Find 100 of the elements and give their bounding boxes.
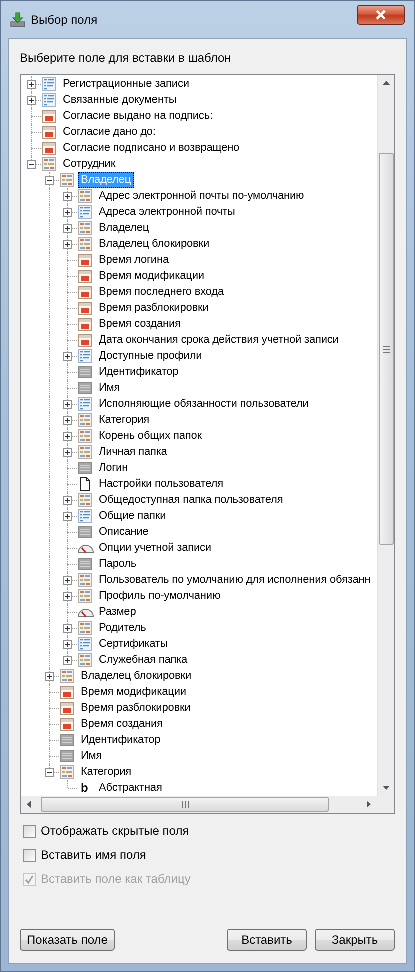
tree-item[interactable]: Исполняющие обязанности пользователи (96, 396, 312, 412)
expander-icon[interactable] (45, 176, 54, 185)
tree-item[interactable]: Владелец (96, 220, 152, 236)
expander-icon[interactable] (63, 624, 72, 633)
tree-item[interactable]: Идентификатор (78, 732, 164, 748)
expander-icon[interactable] (63, 496, 72, 505)
list-icon (77, 508, 93, 524)
dialog-button[interactable]: Закрыть (315, 929, 395, 951)
checkbox[interactable] (23, 824, 36, 838)
tree-item[interactable]: Владелец блокировки (96, 236, 212, 252)
tree-item[interactable]: Общедоступная папка пользователя (96, 492, 286, 508)
grid-icon (77, 188, 93, 204)
tree-item[interactable]: Настройки пользователя (96, 476, 226, 492)
horizontal-scrollbar[interactable] (21, 796, 377, 813)
expander-icon[interactable] (27, 96, 36, 105)
expander-icon[interactable] (63, 656, 72, 665)
tree-item[interactable]: Описание (96, 524, 152, 540)
expander-icon[interactable] (63, 352, 72, 361)
calendar-icon (41, 124, 57, 140)
grid-icon (77, 444, 93, 460)
grid-icon (41, 156, 57, 172)
tree-item[interactable]: Согласие выдано на подпись: (60, 108, 216, 124)
expander-icon[interactable] (27, 160, 36, 169)
expander-icon[interactable] (63, 208, 72, 217)
calendar-icon (59, 684, 75, 700)
tree-item[interactable]: Время модификации (96, 268, 208, 284)
expander-icon[interactable] (63, 640, 72, 649)
expander-icon[interactable] (63, 512, 72, 521)
calendar-icon (77, 252, 93, 268)
tree-item[interactable]: Время модификации (78, 684, 190, 700)
tree-item[interactable]: Время создания (78, 716, 166, 732)
tree-item[interactable]: Имя (96, 380, 124, 396)
tree-item[interactable]: Согласие дано до: (60, 124, 159, 140)
grid-icon (77, 572, 93, 588)
tree-item[interactable]: Пользователь по умолчанию для исполнения обязанн (96, 572, 374, 588)
dialog-button[interactable]: Вставить (227, 929, 307, 951)
tree-item[interactable]: Адрес электронной почты по-умолчанию (96, 188, 308, 204)
tree-item[interactable]: Размер (96, 604, 140, 620)
tree-item[interactable]: Абстрактная (96, 780, 166, 796)
tree-item[interactable]: Время разблокировки (78, 700, 194, 716)
vertical-scrollbar[interactable] (377, 75, 394, 796)
boolean-icon: b (77, 781, 88, 795)
tree-item[interactable]: Опции учетной записи (96, 540, 214, 556)
scroll-down-icon[interactable] (382, 786, 390, 790)
tree-item[interactable]: Сертификаты (96, 636, 172, 652)
scroll-left-icon[interactable] (27, 801, 31, 808)
tree-item[interactable]: Логин (96, 460, 132, 476)
tree-item[interactable]: Личная папка (96, 444, 170, 460)
close-button[interactable] (357, 5, 405, 25)
scroll-up-icon[interactable] (382, 81, 390, 85)
grid-icon (77, 652, 93, 668)
grid-icon (77, 236, 93, 252)
scroll-right-icon[interactable] (367, 801, 371, 808)
expander-icon[interactable] (63, 432, 72, 441)
calendar-icon (41, 108, 57, 124)
calendar-icon (77, 268, 93, 284)
checkbox[interactable] (23, 848, 36, 862)
expander-icon[interactable] (45, 768, 54, 777)
tree-item[interactable]: Профиль по-умолчанию (96, 588, 224, 604)
tree-item[interactable]: Доступные профили (96, 348, 206, 364)
expander-icon[interactable] (45, 672, 54, 681)
tree-item[interactable]: Сотрудник (60, 156, 119, 172)
tree-item[interactable]: Время последнего входа (96, 284, 228, 300)
tree-item[interactable]: Время создания (96, 316, 184, 332)
scroll-thumb[interactable] (41, 797, 329, 812)
grid-icon (59, 764, 75, 780)
expander-icon[interactable] (63, 576, 72, 585)
tree-item[interactable]: Владелец блокировки (78, 668, 194, 684)
list-icon (41, 76, 57, 92)
tree-item[interactable]: Корень общих папок (96, 428, 205, 444)
tree-item[interactable]: Служебная папка (96, 652, 191, 668)
expander-icon[interactable] (63, 192, 72, 201)
expander-icon[interactable] (63, 224, 72, 233)
tree-item[interactable]: Согласие подписано и возвращено (60, 140, 243, 156)
grid-icon (77, 492, 93, 508)
expander-icon[interactable] (63, 448, 72, 457)
tree-item[interactable]: Время разблокировки (96, 300, 212, 316)
grid-icon (77, 428, 93, 444)
tree-item[interactable]: Идентификатор (96, 364, 182, 380)
tree-item[interactable]: Пароль (96, 556, 140, 572)
tree-item[interactable]: Имя (78, 748, 106, 764)
tree-item[interactable]: Родитель (96, 620, 150, 636)
tree-item[interactable]: Время логина (96, 252, 172, 268)
expander-icon[interactable] (27, 80, 36, 89)
tree-item[interactable]: Регистрационные записи (60, 76, 192, 92)
expander-icon[interactable] (63, 592, 72, 601)
checkbox-label[interactable]: Отображать скрытые поля (41, 824, 190, 838)
tree-item[interactable]: Дата окончания срока действия учетной записи (96, 332, 342, 348)
expander-icon[interactable] (63, 416, 72, 425)
expander-icon[interactable] (63, 240, 72, 249)
checkbox-label[interactable]: Вставить имя поля (41, 848, 146, 862)
tree-item[interactable]: Адреса электронной почты (96, 204, 238, 220)
calendar-icon (77, 300, 93, 316)
tree-item[interactable]: Категория (78, 764, 135, 780)
expander-icon[interactable] (63, 400, 72, 409)
tree-item[interactable]: Связанные документы (60, 92, 180, 108)
show-field-button[interactable]: Показать поле (20, 929, 115, 951)
scroll-thumb[interactable] (378, 153, 394, 545)
tree-item[interactable]: Общие папки (96, 508, 170, 524)
tree-item[interactable]: Категория (96, 412, 153, 428)
